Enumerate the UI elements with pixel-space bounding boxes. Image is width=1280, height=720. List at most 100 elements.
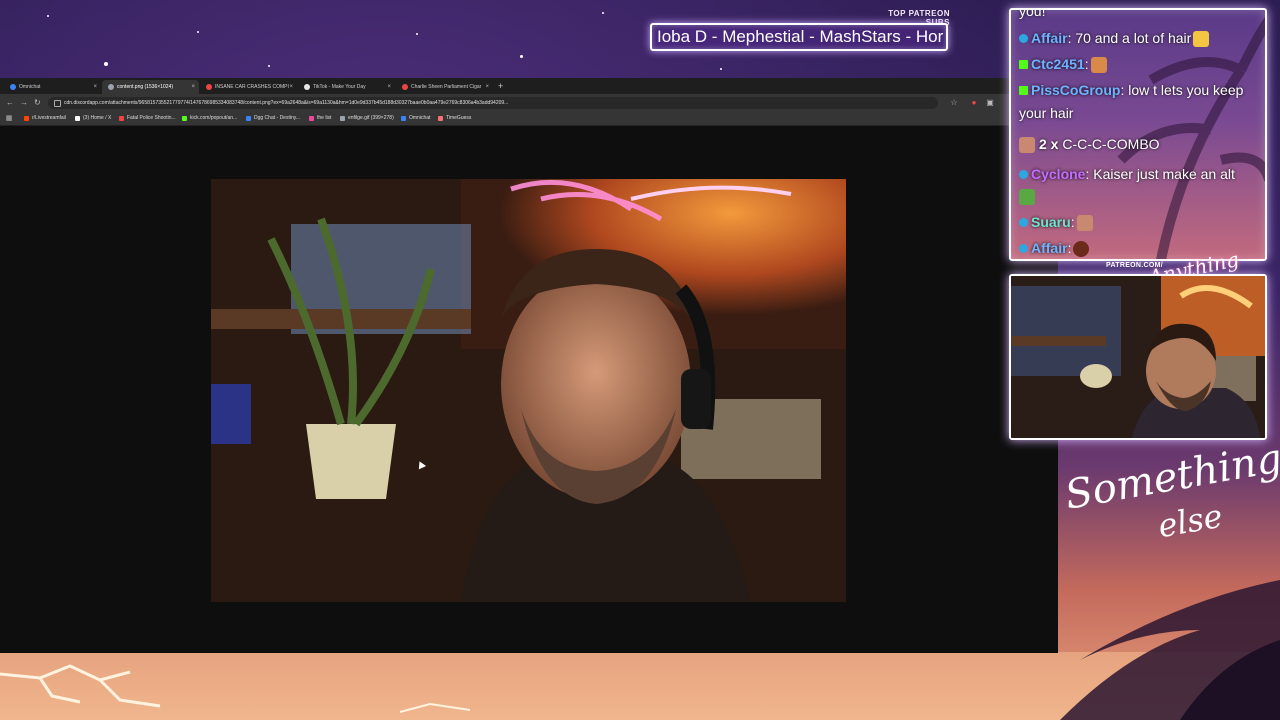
stream-chat-panel: you! Affair: 70 and a lot of hair Ctc245… xyxy=(1009,8,1267,261)
star xyxy=(602,12,604,14)
reddit-icon xyxy=(24,116,29,121)
emote-icon xyxy=(1073,241,1090,258)
emote-icon xyxy=(1090,57,1107,74)
chat-message: PissCoGroup: low t lets you keep xyxy=(1019,81,1243,99)
something-else-logo: Something else xyxy=(1058,435,1280,550)
photo-scene xyxy=(211,179,846,602)
chat-text: : 70 and a lot of hair xyxy=(1067,30,1192,46)
chat-text: C-C-C-COMBO xyxy=(1058,136,1160,152)
address-bar[interactable]: cdn.discordapp.com/attachments/965815735… xyxy=(48,97,938,109)
emote-icon xyxy=(1019,137,1035,154)
globe-icon xyxy=(108,84,114,90)
extension-icon[interactable]: ● xyxy=(970,98,978,107)
bookmark-star-icon[interactable]: ☆ xyxy=(950,98,958,107)
close-icon[interactable]: × xyxy=(93,80,97,94)
url-text: cdn.discordapp.com/attachments/965815735… xyxy=(64,100,509,106)
tab-label: content.png (1536×1024) xyxy=(117,84,174,90)
browser-window: Omnichat × content.png (1536×1024) × INS… xyxy=(0,78,1058,653)
page-viewport xyxy=(0,126,1058,653)
dgg-icon xyxy=(246,116,251,121)
bookmark-the-list[interactable]: the list xyxy=(309,112,331,125)
tab-label: Charlie Sheen Parliament Cigar xyxy=(411,84,482,90)
chat-username[interactable]: Affair xyxy=(1031,240,1068,256)
bookmark-omnichat[interactable]: Omnichat xyxy=(401,112,430,125)
tab-car-crashes[interactable]: INSANE CAR CRASHES COMPI × xyxy=(200,80,297,94)
x-icon xyxy=(75,116,80,121)
tab-omnichat[interactable]: Omnichat × xyxy=(4,80,101,94)
chat-username[interactable]: Affair xyxy=(1031,30,1068,46)
star xyxy=(47,15,49,17)
bookmarks-bar: ▦ r/Livestreamfail (3) Home / X Fatal Po… xyxy=(0,112,1058,126)
chat-text: : xyxy=(1084,56,1089,72)
reload-icon[interactable]: ↻ xyxy=(34,98,41,108)
tab-content-png[interactable]: content.png (1536×1024) × xyxy=(102,80,199,94)
webcam-photo[interactable] xyxy=(211,179,846,602)
back-icon[interactable]: ← xyxy=(6,98,14,108)
star xyxy=(268,65,270,67)
chat-message: Ctc2451: xyxy=(1019,55,1107,74)
kick-icon xyxy=(182,116,187,121)
tiktok-icon xyxy=(304,84,310,90)
chat-username[interactable]: Ctc2451 xyxy=(1031,56,1085,72)
image-icon xyxy=(340,116,345,121)
chat-icon xyxy=(401,116,406,121)
kick-icon xyxy=(1019,59,1028,69)
close-icon[interactable]: × xyxy=(485,80,489,94)
webcam-scene xyxy=(1011,276,1265,438)
chat-username[interactable]: PissCoGroup xyxy=(1031,82,1120,98)
bookmark-gif[interactable]: enfilge.gif (399×278) xyxy=(340,112,394,125)
emote-icon xyxy=(1076,215,1093,232)
chat-icon xyxy=(10,84,16,90)
tab-charlie-sheen[interactable]: Charlie Sheen Parliament Cigar × xyxy=(396,80,493,94)
browser-toolbar: ← → ↻ cdn.discordapp.com/attachments/965… xyxy=(0,94,1058,112)
chat-emote-line xyxy=(1019,187,1035,206)
logo-line-2: else xyxy=(1155,496,1226,546)
chat-text: : low t lets you keep xyxy=(1120,82,1244,98)
chat-text: : xyxy=(1070,214,1075,230)
bookmark-timeguess[interactable]: TimeGuess xyxy=(438,112,471,125)
chat-username[interactable]: Cyclone xyxy=(1031,166,1085,182)
kick-icon xyxy=(1019,85,1028,95)
apps-grid-icon[interactable]: ▦ xyxy=(5,114,13,123)
chat-message: Affair: xyxy=(1019,239,1090,258)
close-icon[interactable]: × xyxy=(289,80,293,94)
close-icon[interactable]: × xyxy=(191,80,195,94)
chat-message: 2 x C-C-C-COMBO xyxy=(1019,135,1160,154)
bookmark-kick[interactable]: kick.com/popout/an... xyxy=(182,112,237,125)
chat-text: : xyxy=(1067,240,1072,256)
puzzle-icon[interactable]: ▣ xyxy=(986,98,994,107)
list-icon xyxy=(309,116,314,121)
twitch-icon xyxy=(1019,33,1028,43)
twitch-icon xyxy=(1019,243,1028,253)
tab-tiktok[interactable]: TikTok - Make Your Day × xyxy=(298,80,395,94)
chat-text: your hair xyxy=(1019,105,1074,121)
tab-label: TikTok - Make Your Day xyxy=(313,84,366,90)
chat-username[interactable]: Suaru xyxy=(1031,214,1071,230)
webcam-feed xyxy=(1009,274,1267,440)
bookmark-police[interactable]: Fatal Police Shootin... xyxy=(119,112,176,125)
chat-message: Affair: 70 and a lot of hair xyxy=(1019,29,1210,48)
bookmark-livestreamfail[interactable]: r/Livestreamfail xyxy=(24,112,66,125)
patreon-subs-ticker: Ioba D - Mephestial - MashStars - Hor xyxy=(650,23,948,51)
star xyxy=(197,31,199,33)
twitch-icon xyxy=(1019,169,1028,179)
bookmark-x-home[interactable]: (3) Home / X xyxy=(75,112,111,125)
youtube-icon xyxy=(119,116,124,121)
tab-label: Omnichat xyxy=(19,84,41,90)
chat-message: Suaru: xyxy=(1019,213,1093,232)
chat-message: Cyclone: Kaiser just make an alt xyxy=(1019,165,1235,183)
emote-icon xyxy=(1193,31,1210,48)
close-icon[interactable]: × xyxy=(387,80,391,94)
tab-bar: Omnichat × content.png (1536×1024) × INS… xyxy=(0,78,1058,94)
twitch-icon xyxy=(1019,217,1028,227)
pepe-emote-icon xyxy=(1019,189,1035,206)
forward-icon[interactable]: → xyxy=(20,98,28,108)
youtube-icon xyxy=(206,84,212,90)
chat-message: you! xyxy=(1019,8,1046,19)
youtube-icon xyxy=(402,84,408,90)
chat-message: your hair xyxy=(1019,104,1073,122)
new-tab-button[interactable]: + xyxy=(498,81,503,91)
star xyxy=(720,68,722,70)
bookmark-dgg[interactable]: Dgg Chat - Destiny... xyxy=(246,112,300,125)
tab-label: INSANE CAR CRASHES COMPI xyxy=(215,84,289,90)
